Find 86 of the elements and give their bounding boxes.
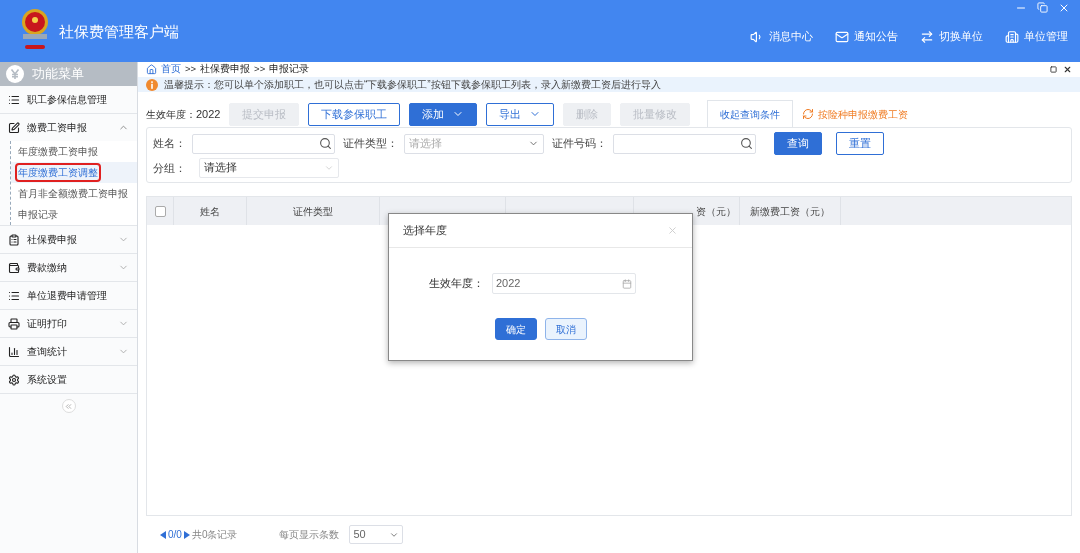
breadcrumb-link[interactable]: 申报记录	[269, 62, 310, 77]
toolbar-button[interactable]: 查询	[774, 132, 822, 155]
calendar-icon	[622, 278, 632, 289]
menu-item[interactable]: 社保费申报	[0, 226, 137, 253]
filter-label: 证件号码：	[552, 136, 607, 152]
submenu-item[interactable]: 年度缴费工资申报	[17, 144, 99, 159]
collapse-tab[interactable]: 收起查询条件	[707, 100, 794, 128]
menu-label: 单位退费申请管理	[27, 289, 107, 303]
home-icon	[146, 64, 157, 75]
double-chevron-icon	[64, 401, 73, 411]
search-icon	[740, 137, 753, 150]
page-count: 0/0	[168, 528, 182, 542]
menu-item[interactable]: 证明打印	[0, 310, 137, 337]
submenu-item[interactable]: 申报记录	[17, 207, 59, 222]
dialog-button[interactable]: 取消	[544, 318, 587, 340]
breadcrumb-separator: >>	[254, 62, 266, 77]
column-header: 姓名	[200, 204, 220, 219]
filter-label: 分组：	[153, 160, 186, 176]
menu-item[interactable]: 缴费工资申报	[0, 114, 137, 141]
field-label: 生效年度：	[429, 275, 484, 291]
swap-circle-icon	[802, 108, 815, 120]
mail-icon	[835, 29, 849, 44]
search-icon	[319, 137, 332, 150]
header-action[interactable]: 消息中心	[750, 29, 813, 45]
header-action[interactable]: 通知公告	[835, 29, 898, 45]
page-next-icon[interactable]	[183, 530, 190, 539]
menu-label: 缴费工资申报	[27, 121, 87, 135]
page-size-label: 每页显示条数	[279, 528, 340, 542]
menu-item[interactable]: 查询统计	[0, 338, 137, 365]
gear-icon	[8, 373, 20, 386]
clipboard-icon	[8, 233, 20, 246]
breadcrumb-separator: >>	[185, 62, 197, 77]
search-field[interactable]	[613, 133, 756, 154]
menu-label: 证明打印	[27, 317, 67, 331]
app-title: 社保费管理客户端	[59, 22, 179, 42]
page-prev-icon[interactable]	[160, 530, 166, 539]
menu-label: 职工参保信息管理	[27, 93, 107, 107]
dropdown-button[interactable]: 导出	[486, 102, 555, 126]
sidebar-title: 功能菜单	[32, 65, 84, 83]
print-icon	[8, 317, 20, 330]
insurance-link[interactable]: 按险种申报缴费工资	[802, 106, 909, 122]
swap-icon	[920, 29, 934, 44]
tip-text: 温馨提示：您可以单个添加职工，也可以点击“下载参保职工”按钮下载参保职工列表，录入新缴费工资后进行导入	[164, 78, 661, 92]
dialog-title: 选择年度	[403, 223, 447, 239]
menu-label: 社保费申报	[27, 233, 77, 247]
select-field[interactable]: 请选择	[199, 158, 339, 178]
list-icon	[8, 289, 20, 302]
restore-icon[interactable]	[1037, 2, 1048, 13]
record-total: 共0条记录	[191, 528, 238, 542]
caret-icon	[324, 163, 334, 173]
dropdown-button[interactable]: 添加	[409, 102, 478, 126]
building-icon	[1005, 29, 1019, 44]
toolbar-button[interactable]: 下载参保职工	[308, 102, 401, 126]
submenu-item[interactable]: 首月非全额缴费工资申报	[17, 186, 129, 201]
header-action[interactable]: 单位管理	[1005, 29, 1068, 45]
column-header: 新缴费工资（元）	[750, 204, 830, 219]
column-header: 资（元）	[696, 204, 736, 219]
breadcrumb-link[interactable]: 首页	[161, 62, 181, 77]
filter-label: 证件类型：	[343, 136, 398, 152]
chart-icon	[8, 345, 20, 358]
info-icon	[146, 78, 158, 91]
list-icon	[8, 93, 20, 106]
menu-item[interactable]: 系统设置	[0, 366, 137, 393]
menu-item[interactable]: 职工参保信息管理	[0, 86, 137, 113]
edit-icon	[8, 121, 20, 134]
yen-icon	[6, 65, 24, 83]
page-size-select[interactable]: 50	[349, 525, 404, 544]
column-header: 证件类型	[293, 204, 333, 219]
menu-item[interactable]: 单位退费申请管理	[0, 282, 137, 309]
menu-label: 系统设置	[27, 373, 67, 387]
header-checkbox[interactable]	[154, 205, 166, 217]
header-action[interactable]: 切换单位	[920, 29, 983, 45]
filter-label: 姓名：	[153, 136, 186, 152]
year-label: 生效年度：2022	[146, 106, 221, 122]
menu-item[interactable]: 费款缴纳	[0, 254, 137, 281]
collapse-button[interactable]	[61, 399, 76, 413]
year-field[interactable]: 2022	[492, 273, 636, 294]
close-icon[interactable]	[1063, 65, 1072, 74]
wallet-icon	[8, 261, 20, 274]
dialog-button[interactable]: 确定	[494, 318, 537, 340]
breadcrumb-link[interactable]: 社保费申报	[200, 62, 251, 77]
search-field[interactable]	[192, 133, 335, 154]
menu-label: 费款缴纳	[27, 261, 67, 275]
menu-label: 查询统计	[27, 345, 67, 359]
maximize-icon[interactable]	[1050, 66, 1057, 73]
toolbar-button[interactable]: 重置	[836, 132, 884, 155]
